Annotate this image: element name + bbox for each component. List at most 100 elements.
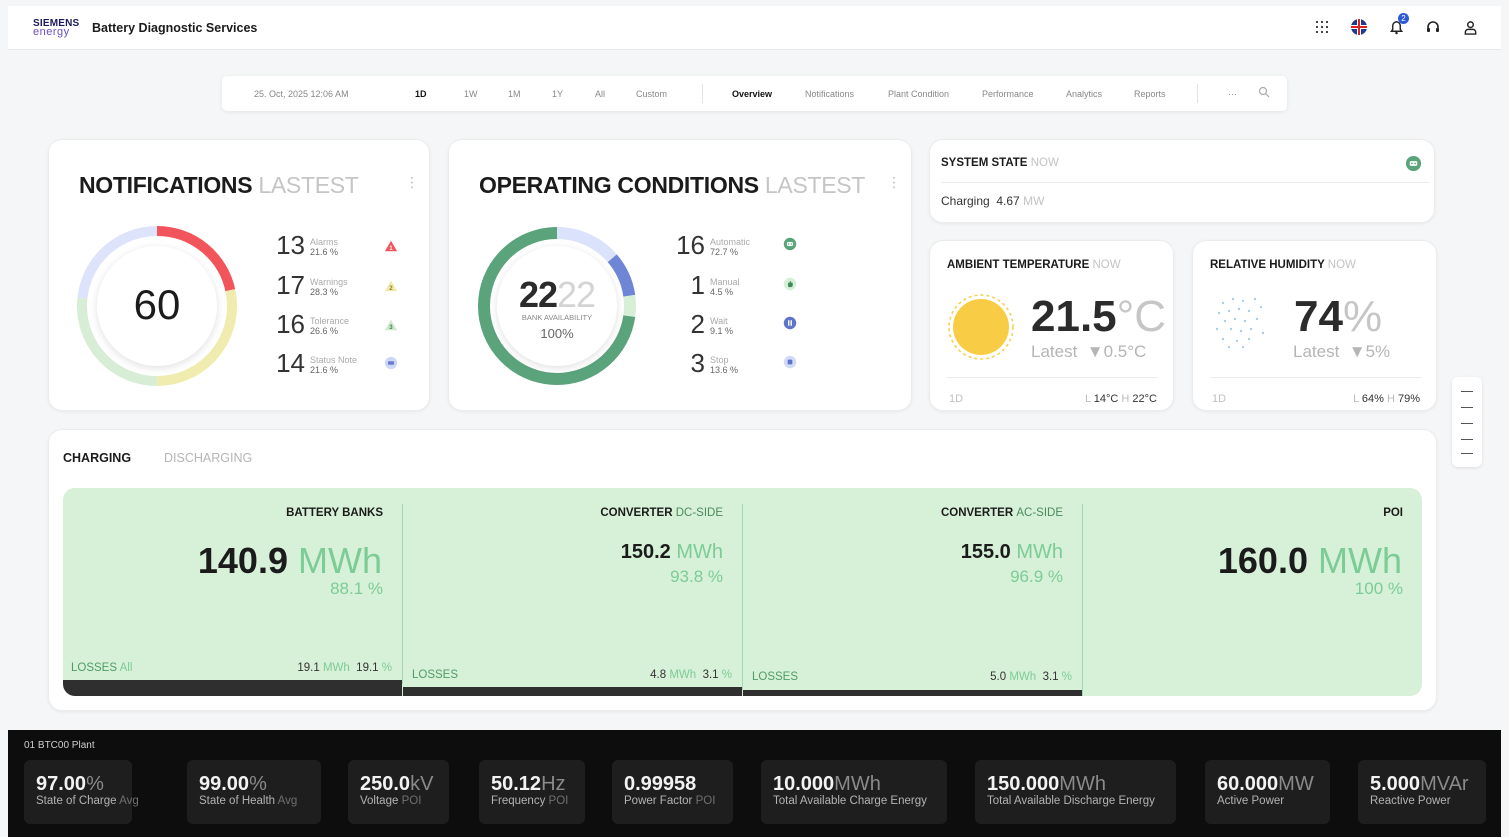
status-note-icon xyxy=(384,356,398,370)
stop-count: 3 xyxy=(690,348,705,378)
stat-status-note[interactable]: 14 Status Note 21.6 % xyxy=(273,350,357,376)
bell-icon[interactable]: 2 xyxy=(1387,13,1409,36)
range-all[interactable]: All xyxy=(595,89,605,99)
kpi-total-available-discharge-energy[interactable]: 150.000MWh Total Available Discharge Ene… xyxy=(975,760,1176,824)
side-panel-toggle[interactable] xyxy=(1452,377,1482,467)
apps-grid-icon[interactable] xyxy=(1313,18,1331,36)
battery-banks-title: BATTERY BANKS xyxy=(286,507,383,519)
kpi-power-factor[interactable]: 0.99958 Power Factor POI xyxy=(612,760,733,824)
humidity-latest: Latest ▼5% xyxy=(1293,342,1390,362)
kpi-unit: % xyxy=(249,773,267,795)
kpi-label: State of Charge xyxy=(36,795,117,807)
battery-banks-pct: 88.1 % xyxy=(330,579,383,598)
time-and-navigation-toolbar: 25. Oct, 2025 12:06 AM 1D 1W 1M 1Y All C… xyxy=(222,76,1287,111)
poi-unit: MWh xyxy=(1318,540,1402,581)
stat-alarms[interactable]: 13 Alarms 21.6 % xyxy=(273,232,338,258)
warning-triangle-icon: 2 xyxy=(384,279,398,293)
search-icon[interactable] xyxy=(1258,86,1270,100)
tab-notifications[interactable]: Notifications xyxy=(805,89,854,99)
range-1y[interactable]: 1Y xyxy=(552,89,563,99)
segment-divider xyxy=(402,504,403,684)
notifications-card: NOTIFICATIONS LASTEST ⋮ 60 13 Alarms 21.6… xyxy=(48,139,430,411)
tab-plant-condition[interactable]: Plant Condition xyxy=(888,89,949,99)
stat-manual[interactable]: 1 Manual 4.5 % xyxy=(673,270,740,300)
system-state-value: Charging 4.67 MW xyxy=(941,194,1044,208)
losses-sub: All xyxy=(119,662,133,674)
kpi-frequency[interactable]: 50.12Hz Frequency POI xyxy=(479,760,585,824)
more-menu[interactable]: ··· xyxy=(1228,89,1237,99)
range-1m[interactable]: 1M xyxy=(508,89,521,99)
datetime-display[interactable]: 25. Oct, 2025 12:06 AM xyxy=(254,89,349,99)
system-state-unit: MW xyxy=(1023,194,1045,208)
stop-pct: 13.6 % xyxy=(710,365,739,375)
system-state-subtitle: NOW xyxy=(1030,157,1059,169)
humidity-subtitle: NOW xyxy=(1327,259,1356,271)
top-bar: SIEMENS energy Battery Diagnostic Servic… xyxy=(8,6,1501,50)
bank-availability-value: 2222 xyxy=(477,274,637,316)
uk-flag-icon[interactable] xyxy=(1350,18,1368,36)
notifications-title: NOTIFICATIONS LASTEST xyxy=(79,172,359,199)
range-1d[interactable]: 1D xyxy=(415,89,427,99)
converter-ac-unit: MWh xyxy=(1016,541,1063,563)
operating-menu-icon[interactable]: ⋮ xyxy=(887,175,901,189)
ambient-low-high: L 14°C H 22°C xyxy=(1085,393,1157,405)
poi-number: 160.0 xyxy=(1217,540,1308,581)
range-custom[interactable]: Custom xyxy=(636,89,667,99)
kpi-unit: MW xyxy=(1278,773,1314,795)
kpi-total-available-charge-energy[interactable]: 10.000MWh Total Available Charge Energy xyxy=(761,760,947,824)
kpi-voltage[interactable]: 250.0kV Voltage POI xyxy=(348,760,449,824)
kpi-value: 0.99958 xyxy=(624,773,697,795)
ambient-subtitle: NOW xyxy=(1092,259,1121,271)
total-count: 22 xyxy=(557,274,596,315)
user-icon[interactable] xyxy=(1461,18,1479,36)
kpi-label: Voltage xyxy=(360,795,399,807)
warnings-count: 17 xyxy=(276,270,305,300)
ambient-delta: ▼0.5°C xyxy=(1086,342,1147,361)
notifications-menu-icon[interactable]: ⋮ xyxy=(405,175,419,189)
converter-ac-side-label: AC-SIDE xyxy=(1016,507,1063,519)
tab-discharging[interactable]: DISCHARGING xyxy=(164,451,252,465)
converter-ac-title: CONVERTER AC-SIDE xyxy=(941,507,1063,519)
divider xyxy=(1210,377,1421,378)
tab-overview[interactable]: Overview xyxy=(732,89,772,99)
tab-reports[interactable]: Reports xyxy=(1134,89,1166,99)
tab-charging[interactable]: CHARGING xyxy=(63,451,131,465)
siemens-energy-logo[interactable]: SIEMENS energy xyxy=(33,18,81,37)
humidity-low-label: L xyxy=(1353,393,1359,405)
poi-value: 160.0 MWh xyxy=(1218,540,1402,582)
kpi-unit: MWh xyxy=(834,773,881,795)
loss-value: 5.0 xyxy=(990,671,1007,683)
menu-line xyxy=(1461,453,1473,454)
kpi-label: Reactive Power xyxy=(1370,795,1451,807)
stat-wait[interactable]: 2 Wait 9.1 % xyxy=(673,311,733,337)
tab-analytics[interactable]: Analytics xyxy=(1066,89,1102,99)
loss-value: 4.8 xyxy=(650,669,667,681)
kpi-state-of-health[interactable]: 99.00% State of Health Avg xyxy=(187,760,321,824)
ambient-value: 21.5°C xyxy=(1031,292,1166,342)
kpi-state-of-charge[interactable]: 97.00% State of Charge Avg xyxy=(24,760,139,824)
converter-ac-losses: 5.0 MWh 3.1 % xyxy=(990,671,1072,683)
toolbar-divider xyxy=(1197,84,1198,103)
converter-dc-side-label: DC-SIDE xyxy=(675,507,723,519)
kpi-value: 50.12 xyxy=(491,773,542,795)
ambient-title-text: AMBIENT TEMPERATURE xyxy=(947,259,1090,271)
kpi-reactive-power[interactable]: 5.000MVAr Reactive Power xyxy=(1358,760,1486,824)
kpi-label: Active Power xyxy=(1217,795,1285,807)
battery-banks-losses-label: LOSSES All xyxy=(71,662,132,674)
stat-stop[interactable]: 3 Stop 13.6 % xyxy=(673,348,739,378)
range-1w[interactable]: 1W xyxy=(464,89,478,99)
automatic-pct: 72.7 % xyxy=(710,247,739,257)
manual-count: 1 xyxy=(690,270,705,300)
svg-text:2: 2 xyxy=(389,285,393,292)
alarm-triangle-icon: 1 xyxy=(384,239,398,253)
stat-tolerance[interactable]: 16 Tolerance 26.6 % xyxy=(273,311,349,337)
ambient-latest: Latest ▼0.5°C xyxy=(1031,342,1146,362)
operating-title-text: OPERATING CONDITIONS xyxy=(479,172,759,198)
stat-warnings[interactable]: 17 Warnings 28.3 % xyxy=(273,270,348,300)
tab-performance[interactable]: Performance xyxy=(982,89,1034,99)
notifications-title-text: NOTIFICATIONS xyxy=(79,172,253,198)
stat-automatic[interactable]: 16 Automatic 72.7 % xyxy=(673,232,750,258)
headset-icon[interactable] xyxy=(1424,18,1442,36)
kpi-active-power[interactable]: 60.000MW Active Power xyxy=(1205,760,1330,824)
kpi-label: Total Available Discharge Energy xyxy=(987,795,1155,807)
